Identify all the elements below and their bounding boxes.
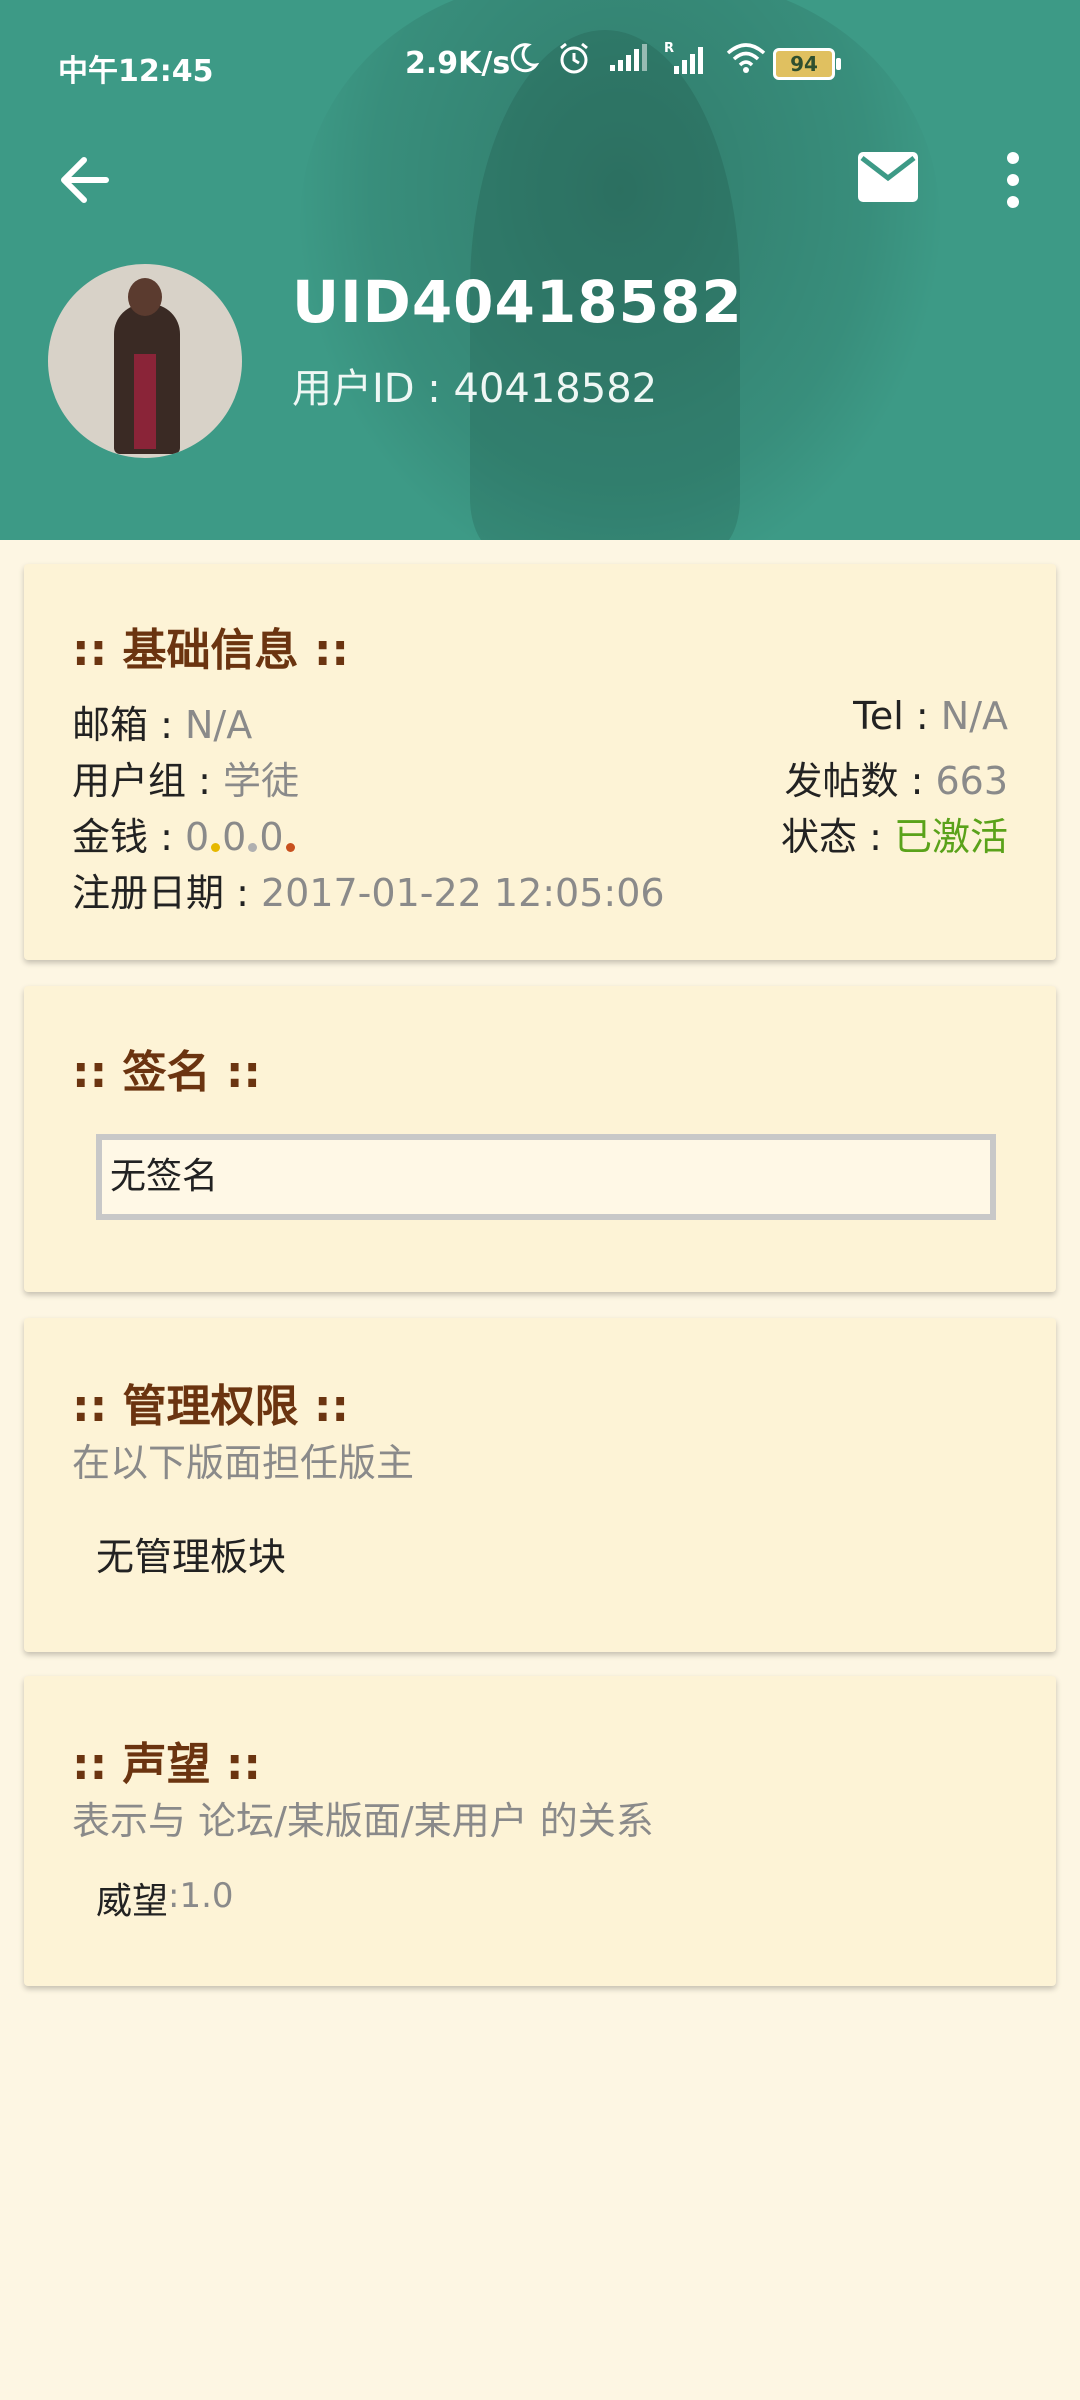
email-label: 邮箱 : (72, 703, 185, 747)
basic-info-card: :: 基础信息 :: 邮箱 : N/A Tel : N/A 用户组 : 学徒 发… (24, 564, 1056, 960)
group-label: 用户组 : (72, 759, 223, 803)
moon-icon (510, 43, 540, 73)
tel-value: N/A (940, 694, 1008, 738)
email-row: 邮箱 : N/A (72, 694, 252, 749)
reputation-title: :: 声望 :: (72, 1739, 262, 1790)
signature-text: 无签名 (96, 1134, 996, 1220)
profile-header: 中午12:45 2.9K/s R 94 UID40418582 用户ID : 4… (0, 0, 1080, 540)
more-vert-icon[interactable] (998, 150, 1028, 210)
group-value: 学徒 (222, 759, 299, 803)
battery-icon: 94 (773, 48, 841, 80)
posts-value: 663 (935, 759, 1008, 803)
avatar[interactable] (48, 264, 242, 458)
back-button[interactable] (54, 148, 118, 212)
group-row: 用户组 : 学徒 (72, 750, 299, 805)
status-time: 中午12:45 (58, 54, 214, 89)
status-badge: 已激活 (893, 815, 1008, 859)
status-network-speed: 2.9K/s (405, 46, 511, 81)
reputation-description: 表示与 论坛/某版面/某用户 的关系 (72, 1799, 654, 1843)
money-copper-value: 0 (259, 815, 284, 859)
status-row: 状态 : 已激活 (781, 806, 1008, 861)
reg-date-row: 注册日期 : 2017-01-22 12:05:06 (72, 862, 665, 917)
status-label: 状态 : (781, 815, 894, 859)
copper-coin-icon (285, 843, 295, 852)
reg-date-value: 2017-01-22 12:05:06 (260, 871, 665, 915)
gold-coin-icon (211, 843, 221, 852)
money-gold-value: 0 (184, 815, 210, 859)
posts-row: 发帖数 : 663 (785, 750, 1009, 805)
posts-label: 发帖数 : (784, 759, 936, 803)
page-title: UID40418582 (292, 268, 743, 336)
admin-boards-value: 无管理板块 (96, 1535, 287, 1579)
admin-description: 在以下版面担任版主 (72, 1441, 415, 1485)
mail-icon[interactable] (856, 150, 920, 204)
signal-icon (610, 44, 647, 71)
prestige-label: 威望 (96, 1881, 169, 1922)
reg-date-label: 注册日期 : (72, 871, 261, 915)
status-bar: 中午12:45 2.9K/s R 94 (0, 0, 1080, 130)
admin-card: :: 管理权限 :: 在以下版面担任版主 无管理板块 (24, 1318, 1056, 1652)
tel-label: Tel : (853, 694, 941, 738)
admin-title: :: 管理权限 :: (72, 1381, 350, 1432)
signature-card: :: 签名 :: 无签名 (24, 986, 1056, 1292)
email-value: N/A (184, 703, 253, 747)
svg-text:R: R (664, 41, 674, 56)
status-icons: R (506, 40, 768, 76)
money-label: 金钱 : (72, 815, 185, 859)
money-row: 金钱 : 000 (72, 806, 297, 861)
money-silver-value: 0 (222, 815, 247, 859)
alarm-icon (560, 42, 588, 74)
prestige-row: 威望:1.0 (96, 1872, 234, 1924)
signal-r-icon: R (664, 41, 703, 74)
prestige-value: :1.0 (168, 1876, 234, 1916)
reputation-card: :: 声望 :: 表示与 论坛/某版面/某用户 的关系 威望:1.0 (24, 1676, 1056, 1986)
signature-title: :: 签名 :: (72, 1047, 262, 1098)
basic-info-title: :: 基础信息 :: (72, 625, 350, 676)
tel-row: Tel : N/A (853, 694, 1008, 738)
silver-coin-icon (248, 843, 258, 852)
wifi-icon (726, 43, 766, 73)
user-id-subtitle: 用户ID : 40418582 (292, 366, 658, 412)
